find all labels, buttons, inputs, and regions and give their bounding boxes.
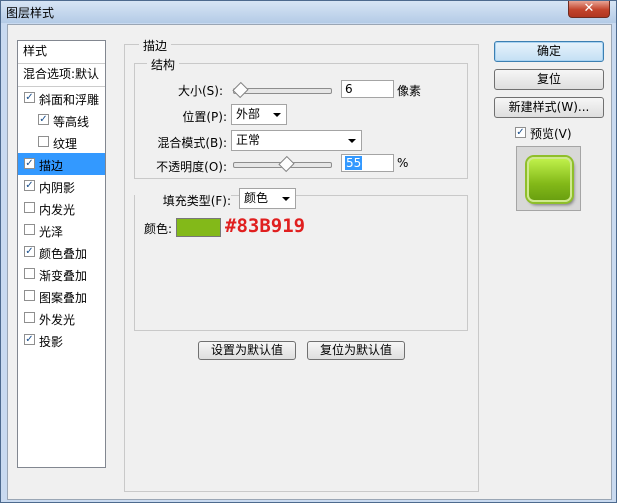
close-icon: ✕ [583,1,595,16]
style-checkbox[interactable]: ✓ [24,180,35,191]
style-checkbox[interactable] [24,268,35,279]
blend-mode-label: 混合模式(B): [157,136,227,150]
style-checkbox[interactable] [24,312,35,323]
style-item[interactable]: 图案叠加 [18,285,105,307]
ok-button[interactable]: 确定 [494,41,604,62]
style-item[interactable]: 内发光 [18,197,105,219]
opacity-slider-thumb[interactable] [278,155,295,173]
check-icon: ✓ [25,246,34,257]
style-item-label: 等高线 [53,115,90,129]
check-icon: ✓ [516,127,525,138]
stroke-group-title: 描边 [139,37,172,54]
style-checkbox[interactable]: ✓ [38,114,49,125]
check-icon: ✓ [25,334,34,345]
style-checkbox[interactable]: ✓ [24,158,35,169]
preview-checkbox[interactable]: ✓ [515,127,526,138]
fill-type-select[interactable]: 颜色 [239,188,296,209]
check-icon: ✓ [25,158,34,169]
style-item[interactable]: 渐变叠加 [18,263,105,285]
layer-style-dialog: 图层样式 ✕ 样式 混合选项:默认 ✓ 斜面和浮雕 ✓ 等高线纹理 ✓ 描边 ✓ 内阴影内发光… [0,0,617,503]
opacity-label: 不透明度(O): [156,160,227,174]
style-checkbox[interactable] [24,224,35,235]
style-item-label: 图案叠加 [39,291,88,305]
new-style-button[interactable]: 新建样式(W)... [494,97,604,118]
style-item[interactable]: ✓ 斜面和浮雕 [18,87,105,109]
style-item-label: 纹理 [53,137,78,151]
style-checkbox[interactable] [38,136,49,147]
style-item[interactable]: 外发光 [18,307,105,329]
check-icon: ✓ [39,114,48,125]
size-unit: 像素 [397,84,422,98]
style-item-label: 渐变叠加 [39,269,88,283]
style-item[interactable]: ✓ 等高线 [18,109,105,131]
style-item-label: 内阴影 [39,181,76,195]
structure-group: 结构 大小(S): 6 像素 位置(P): 外部 混合模式(B): 正常 不透明… [134,56,468,179]
styles-header[interactable]: 样式 [18,41,105,64]
fill-type-label: 填充类型(F): [135,192,231,209]
window-title: 图层样式 [6,6,55,20]
style-checkbox[interactable]: ✓ [24,246,35,257]
preview-swatch [527,157,572,202]
set-default-button[interactable]: 设置为默认值 [198,341,296,360]
style-checkbox[interactable] [24,290,35,301]
position-label: 位置(P): [182,110,227,124]
style-item[interactable]: 光泽 [18,219,105,241]
opacity-value-selected: 55 [345,156,363,170]
position-value: 外部 [236,107,261,121]
blend-mode-value: 正常 [236,133,261,147]
style-item-label: 投影 [39,335,64,349]
stroke-group: 描边 结构 大小(S): 6 像素 位置(P): 外部 混合模式(B): 正常 … [124,37,479,492]
chevron-down-icon [282,197,290,201]
style-item-label: 光泽 [39,225,64,239]
check-icon: ✓ [25,92,34,103]
style-item-label: 斜面和浮雕 [39,93,100,107]
style-checkbox[interactable] [24,202,35,213]
reset-default-button[interactable]: 复位为默认值 [307,341,405,360]
blend-options-item[interactable]: 混合选项:默认 [18,64,105,87]
style-item-label: 描边 [39,159,64,173]
position-select[interactable]: 外部 [231,104,287,125]
dialog-body: 样式 混合选项:默认 ✓ 斜面和浮雕 ✓ 等高线纹理 ✓ 描边 ✓ 内阴影内发光光泽 ✓ 颜色叠加… [7,24,612,500]
opacity-input[interactable]: 55 [341,154,394,172]
style-item-label: 内发光 [39,203,76,217]
fill-group: 填充类型(F): 颜色 颜色: #83B919 [134,188,468,331]
style-items: ✓ 斜面和浮雕 ✓ 等高线纹理 ✓ 描边 ✓ 内阴影内发光光泽 ✓ 颜色叠加渐变叠加图案叠加外发光… [18,87,105,351]
reset-button[interactable]: 复位 [494,69,604,90]
style-preview [516,146,581,211]
fill-type-value: 颜色 [244,191,269,205]
check-icon: ✓ [25,180,34,191]
blend-mode-select[interactable]: 正常 [231,130,362,151]
style-item-label: 外发光 [39,313,76,327]
preview-label: 预览(V) [530,127,572,141]
size-slider-thumb[interactable] [232,81,249,99]
style-item[interactable]: ✓ 描边 [18,153,105,175]
style-item[interactable]: 纹理 [18,131,105,153]
style-checkbox[interactable]: ✓ [24,334,35,345]
chevron-down-icon [348,139,356,143]
style-item[interactable]: ✓ 投影 [18,329,105,351]
styles-list: 样式 混合选项:默认 ✓ 斜面和浮雕 ✓ 等高线纹理 ✓ 描边 ✓ 内阴影内发光光泽 ✓ 颜色叠加… [17,40,106,468]
chevron-down-icon [273,113,281,117]
size-input[interactable]: 6 [341,80,394,98]
size-label: 大小(S): [177,84,223,98]
style-item[interactable]: ✓ 颜色叠加 [18,241,105,263]
color-label: 颜色: [144,222,173,236]
structure-group-title: 结构 [147,56,180,73]
title-bar[interactable]: 图层样式 ✕ [1,1,616,23]
close-button[interactable]: ✕ [568,1,610,18]
style-item-label: 颜色叠加 [39,247,88,261]
style-checkbox[interactable]: ✓ [24,92,35,103]
color-hex-annotation: #83B919 [225,215,306,237]
style-item[interactable]: ✓ 内阴影 [18,175,105,197]
opacity-unit: % [397,156,409,170]
color-swatch[interactable] [176,218,221,237]
